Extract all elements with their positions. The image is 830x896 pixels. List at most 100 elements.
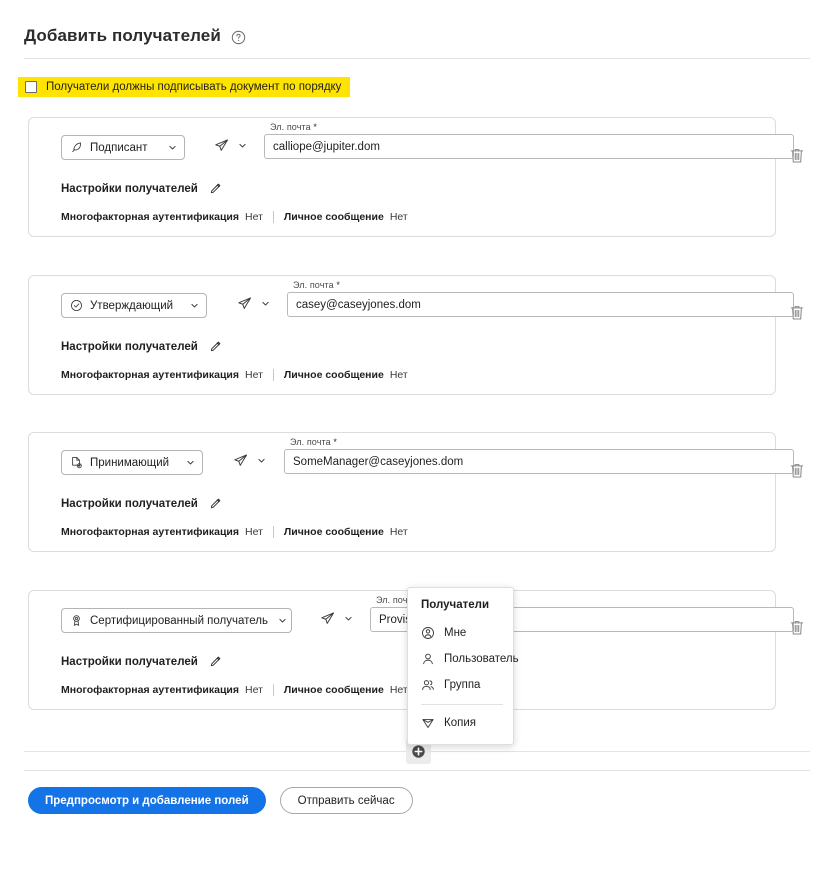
check-circle-icon (70, 299, 83, 312)
role-select-button[interactable]: Принимающий (61, 450, 203, 475)
delete-recipient-button[interactable] (789, 619, 805, 637)
menu-item-label: Копия (444, 717, 476, 729)
delete-recipient-button[interactable] (789, 462, 805, 480)
pencil-icon[interactable] (209, 182, 222, 195)
me-person-circle-icon (421, 626, 435, 640)
pencil-icon[interactable] (209, 655, 222, 668)
private-message-label: Личное сообщение (283, 526, 384, 538)
role-select-button[interactable]: Сертифицированный получатель (61, 608, 292, 633)
email-field-caption: Эл. почта * (290, 437, 337, 447)
delivery-method-selector[interactable] (214, 138, 247, 153)
signing-order-label: Получатели должны подписывать документ п… (46, 81, 342, 93)
send-now-button[interactable]: Отправить сейчас (279, 787, 413, 814)
private-message-value: Нет (389, 526, 408, 538)
chevron-down-icon (275, 616, 287, 625)
chevron-down-icon (258, 299, 270, 308)
pencil-icon[interactable] (209, 497, 222, 510)
recipient-settings-row: Настройки получателей (61, 182, 222, 195)
meta-divider (272, 684, 274, 696)
email-field-caption: Эл. почта * (293, 280, 340, 290)
recipient-row: Утверждающий Эл. почта * casey@caseyjone… (29, 276, 794, 332)
paper-plane-icon (320, 611, 335, 626)
recipient-settings-row: Настройки получателей (61, 655, 222, 668)
recipient-meta-row: Многофакторная аутентификация Нет Личное… (61, 211, 408, 223)
signing-order-checkbox[interactable] (25, 81, 37, 93)
role-label: Принимающий (90, 456, 170, 469)
email-field-group: Эл. почта * calliope@jupiter.dom (264, 122, 794, 159)
delete-recipient-button[interactable] (789, 147, 805, 165)
recipient-type-menu: Получатели Мне Пользователь Группа Копия (407, 587, 519, 745)
recipient-settings-label: Настройки получателей (61, 182, 198, 195)
recipient-card: Принимающий Эл. почта * SomeManager@case… (28, 432, 794, 552)
signing-order-bar[interactable]: Получатели должны подписывать документ п… (18, 77, 351, 97)
recipient-card: Сертифицированный получатель Эл. почта *… (28, 590, 794, 710)
recipient-meta-row: Многофакторная аутентификация Нет Личное… (61, 684, 408, 696)
menu-item-label: Группа (444, 679, 481, 691)
delivery-method-selector[interactable] (237, 296, 270, 311)
chevron-down-icon (183, 458, 195, 467)
role-label: Подписант (90, 141, 148, 154)
paper-plane-icon (233, 453, 248, 468)
meta-divider (272, 211, 274, 223)
recipient-meta-row: Многофакторная аутентификация Нет Личное… (61, 526, 408, 538)
page-header: Добавить получателей (24, 26, 246, 46)
private-message-label: Личное сообщение (283, 369, 384, 381)
recipient-settings-label: Настройки получателей (61, 497, 198, 510)
menu-item-user[interactable]: Пользователь (408, 646, 519, 672)
meta-divider (272, 526, 274, 538)
document-check-icon (70, 456, 83, 469)
role-label: Утверждающий (90, 299, 174, 312)
mfa-value: Нет (245, 526, 263, 538)
recipient-row: Сертифицированный получатель Эл. почта *… (29, 591, 794, 647)
mfa-label: Многофакторная аутентификация (61, 369, 239, 381)
mfa-label: Многофакторная аутентификация (61, 684, 239, 696)
header-divider (24, 58, 810, 59)
menu-item-group[interactable]: Группа (408, 672, 513, 698)
private-message-value: Нет (389, 369, 408, 381)
email-input[interactable]: SomeManager@caseyjones.dom (284, 449, 794, 474)
recipient-card: Утверждающий Эл. почта * casey@caseyjone… (28, 275, 794, 395)
group-people-icon (421, 678, 435, 692)
recipient-settings-row: Настройки получателей (61, 340, 222, 353)
email-input[interactable]: casey@caseyjones.dom (287, 292, 794, 317)
award-ribbon-icon (70, 614, 83, 627)
role-select-button[interactable]: Подписант (61, 135, 185, 160)
delivery-method-selector[interactable] (320, 611, 353, 626)
person-icon (421, 652, 435, 666)
email-input[interactable]: calliope@jupiter.dom (264, 134, 794, 159)
meta-divider (272, 369, 274, 381)
mfa-value: Нет (245, 369, 263, 381)
menu-item-label: Мне (444, 627, 467, 639)
chevron-down-icon (165, 143, 177, 152)
pencil-icon[interactable] (209, 340, 222, 353)
recipient-type-menu-title: Получатели (421, 599, 490, 611)
private-message-value: Нет (389, 211, 408, 223)
menu-item-label: Пользователь (444, 653, 519, 665)
delivery-method-selector[interactable] (233, 453, 266, 468)
mfa-value: Нет (245, 684, 263, 696)
delete-recipient-button[interactable] (789, 304, 805, 322)
menu-divider (421, 704, 503, 705)
paper-plane-icon (237, 296, 252, 311)
page-title: Добавить получателей (24, 26, 221, 45)
menu-item-cc[interactable]: Копия (408, 710, 513, 736)
mfa-label: Многофакторная аутентификация (61, 211, 239, 223)
private-message-value: Нет (389, 684, 408, 696)
chevron-down-icon (235, 141, 247, 150)
role-label: Сертифицированный получатель (90, 614, 269, 627)
chevron-down-icon (187, 301, 199, 310)
private-message-label: Личное сообщение (283, 211, 384, 223)
menu-item-me[interactable]: Мне (408, 620, 513, 646)
recipient-settings-row: Настройки получателей (61, 497, 222, 510)
email-field-caption: Эл. почта * (270, 122, 317, 132)
recipient-row: Принимающий Эл. почта * SomeManager@case… (29, 433, 794, 489)
role-select-button[interactable]: Утверждающий (61, 293, 207, 318)
paper-plane-icon (214, 138, 229, 153)
email-field-group: Эл. почта * casey@caseyjones.dom (287, 280, 794, 317)
plus-circle-icon (411, 744, 426, 759)
chevron-down-icon (254, 456, 266, 465)
question-circle-icon[interactable] (231, 28, 246, 45)
send-cc-icon (421, 716, 435, 730)
add-recipients-page: Добавить получателей Получатели должны п… (0, 0, 830, 896)
preview-and-add-fields-button[interactable]: Предпросмотр и добавление полей (28, 787, 266, 814)
